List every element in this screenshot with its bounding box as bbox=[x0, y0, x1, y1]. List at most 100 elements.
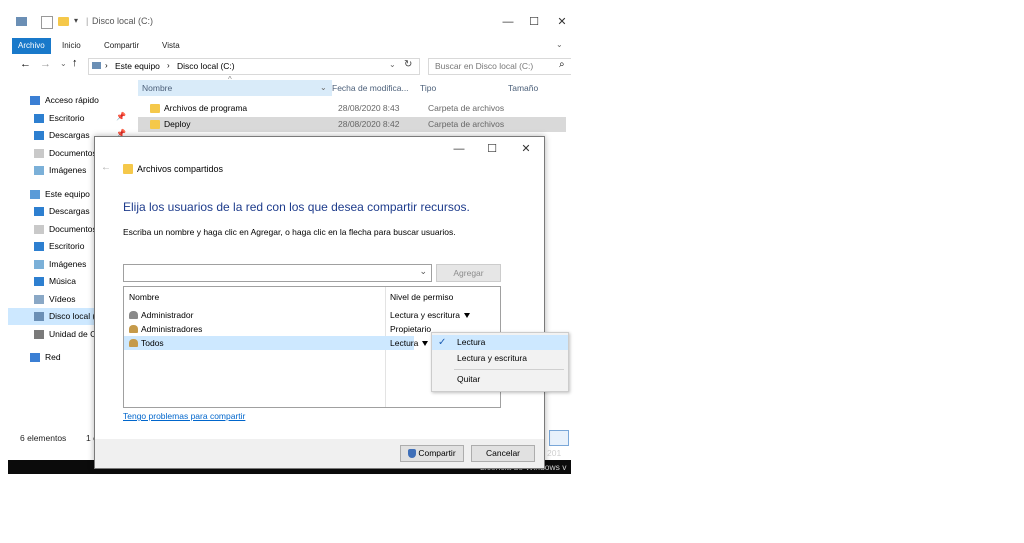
details-view-icon[interactable] bbox=[549, 430, 569, 446]
column-nivel-permiso: Nivel de permiso bbox=[390, 292, 454, 302]
dropdown-arrow-icon[interactable] bbox=[422, 341, 429, 347]
file-date: 28/08/2020 8:42 bbox=[338, 119, 400, 129]
sidebar-item-label: Escritorio bbox=[49, 241, 85, 251]
dialog-heading: Elija los usuarios de la red con los que… bbox=[123, 200, 470, 214]
folder-icon bbox=[150, 104, 160, 113]
menu-item-label: Lectura y escritura bbox=[457, 353, 527, 363]
sidebar-item-label: Imágenes bbox=[49, 165, 87, 175]
refresh-icon[interactable]: ↻ bbox=[404, 59, 412, 70]
quick-access-dropdown-icon[interactable]: ▾ bbox=[74, 16, 78, 25]
close-button[interactable]: ✕ bbox=[552, 12, 571, 32]
sidebar-item-label: Música bbox=[49, 276, 76, 286]
file-type: Carpeta de archivos bbox=[428, 119, 505, 129]
user-name: Administrador bbox=[141, 310, 194, 320]
back-icon[interactable]: ← bbox=[20, 58, 31, 70]
sidebar-item-label: Este equipo bbox=[45, 188, 90, 199]
desktop-icon bbox=[34, 242, 44, 252]
user-name: Todos bbox=[141, 338, 164, 348]
permission-level[interactable]: Lectura bbox=[390, 336, 429, 350]
document-icon bbox=[34, 148, 44, 158]
dialog-minimize-button[interactable]: — bbox=[444, 139, 474, 159]
search-input[interactable]: Buscar en Disco local (C:) ⌕ bbox=[428, 58, 571, 75]
tab-compartir[interactable]: Compartir bbox=[98, 38, 145, 54]
properties-icon[interactable] bbox=[41, 16, 53, 29]
dialog-maximize-button[interactable]: ☐ bbox=[477, 139, 507, 159]
cancel-button[interactable]: Cancelar bbox=[471, 445, 535, 462]
network-icon bbox=[30, 353, 40, 363]
user-icon bbox=[129, 311, 138, 319]
star-icon bbox=[30, 96, 40, 106]
file-row[interactable]: Archivos de programa 28/08/2020 8:43 Carpe… bbox=[138, 101, 566, 116]
expand-ribbon-icon[interactable]: ⌄ bbox=[556, 40, 563, 49]
sidebar-item-label: Documentos bbox=[49, 147, 97, 158]
column-tipo[interactable]: Tipo bbox=[420, 80, 506, 96]
dropdown-arrow-icon[interactable] bbox=[463, 313, 470, 319]
download-icon bbox=[34, 207, 44, 217]
sidebar-item-label: Acceso rápido bbox=[45, 95, 99, 105]
file-name: Deploy bbox=[164, 119, 191, 129]
explorer-title: Disco local (C:) bbox=[92, 16, 154, 26]
checkmark-icon: ✓ bbox=[438, 337, 447, 348]
search-icon[interactable]: ⌕ bbox=[559, 59, 565, 70]
share-button[interactable]: Compartir bbox=[400, 445, 464, 462]
menu-separator bbox=[454, 369, 564, 370]
column-headers: ^ Nombre ⌄ Fecha de modifica... Tipo Tam… bbox=[138, 75, 571, 96]
dialog-instructions: Escriba un nombre y haga clic en Agregar… bbox=[123, 227, 456, 237]
dialog-title: Archivos compartidos bbox=[137, 164, 224, 174]
sidebar-item-label: Documentos bbox=[49, 223, 97, 234]
column-tamano[interactable]: Tamaño bbox=[508, 80, 568, 96]
sidebar-item[interactable]: Acceso rápido bbox=[8, 92, 134, 109]
sidebar-item-label: Descargas bbox=[49, 206, 90, 216]
sidebar-item-label: Escritorio bbox=[49, 112, 85, 123]
permission-level[interactable]: Lectura y escritura bbox=[390, 308, 470, 322]
tab-vista[interactable]: Vista bbox=[156, 38, 186, 54]
download-icon bbox=[34, 131, 44, 141]
breadcrumb-disco-local[interactable]: Disco local (C:) bbox=[177, 61, 235, 71]
column-nombre[interactable]: Nombre ⌄ bbox=[138, 80, 332, 96]
user-row[interactable]: Administradores Propietario bbox=[124, 322, 431, 336]
address-dropdown-icon[interactable]: ⌄ bbox=[389, 60, 396, 69]
image-icon bbox=[34, 166, 44, 176]
sidebar-item-label: Imágenes bbox=[49, 258, 87, 269]
dialog-footer: Compartir Cancelar bbox=[95, 439, 544, 468]
group-icon bbox=[129, 325, 138, 333]
explorer-titlebar: ▾ | Disco local (C:) — ☐ ✕ bbox=[8, 8, 571, 38]
shield-icon bbox=[408, 449, 417, 459]
breadcrumb-este-equipo[interactable]: Este equipo bbox=[115, 61, 160, 71]
menu-item[interactable]: Lectura y escritura bbox=[432, 351, 568, 366]
folder-icon bbox=[150, 120, 160, 129]
tab-archivo[interactable]: Archivo bbox=[12, 38, 51, 54]
cd-icon bbox=[34, 329, 44, 339]
tab-inicio[interactable]: Inicio bbox=[56, 38, 87, 54]
recent-locations-icon[interactable]: ⌄ bbox=[60, 59, 67, 68]
menu-item[interactable]: ✓ Lectura bbox=[432, 335, 568, 350]
forward-icon[interactable]: → bbox=[40, 58, 51, 70]
column-nombre: Nombre bbox=[129, 292, 160, 302]
sharing-help-link[interactable]: Tengo problemas para compartir bbox=[123, 411, 245, 421]
user-name-combobox[interactable]: ⌄ bbox=[123, 264, 432, 282]
file-name: Archivos de programa bbox=[164, 103, 248, 113]
column-dropdown-icon: ⌄ bbox=[320, 83, 327, 92]
add-button[interactable]: Agregar bbox=[436, 264, 501, 282]
dialog-close-button[interactable]: ✕ bbox=[511, 139, 541, 159]
menu-item[interactable]: Quitar bbox=[432, 372, 568, 387]
up-icon[interactable]: ↑ bbox=[72, 57, 78, 69]
computer-icon bbox=[30, 189, 40, 199]
file-row[interactable]: Deploy 28/08/2020 8:42 Carpeta de archivos bbox=[138, 117, 566, 132]
drive-icon bbox=[16, 17, 27, 26]
column-fecha[interactable]: Fecha de modifica... bbox=[332, 80, 418, 96]
permission-level: Propietario bbox=[390, 324, 432, 334]
file-list: Archivos de programa 28/08/2020 8:43 Carpe… bbox=[138, 101, 566, 135]
maximize-button[interactable]: ☐ bbox=[519, 12, 549, 32]
user-row[interactable]: Administrador Lectura y escritura bbox=[124, 308, 470, 322]
dialog-back-icon[interactable]: ← bbox=[101, 162, 111, 173]
desktop-icon bbox=[34, 113, 44, 123]
ribbon-tabs: Archivo Inicio Compartir Vista ⌄ bbox=[8, 38, 571, 54]
chevron-down-icon[interactable]: ⌄ bbox=[419, 266, 427, 277]
sidebar-item-label: Vídeos bbox=[49, 293, 76, 304]
user-row[interactable]: Todos Lectura bbox=[124, 336, 429, 350]
address-box[interactable]: › Este equipo › Disco local (C:) ⌄ ↻ bbox=[88, 58, 420, 75]
new-folder-icon[interactable] bbox=[58, 17, 69, 26]
pin-icon[interactable]: 📌 bbox=[116, 112, 126, 121]
menu-item-label: Quitar bbox=[457, 374, 481, 384]
